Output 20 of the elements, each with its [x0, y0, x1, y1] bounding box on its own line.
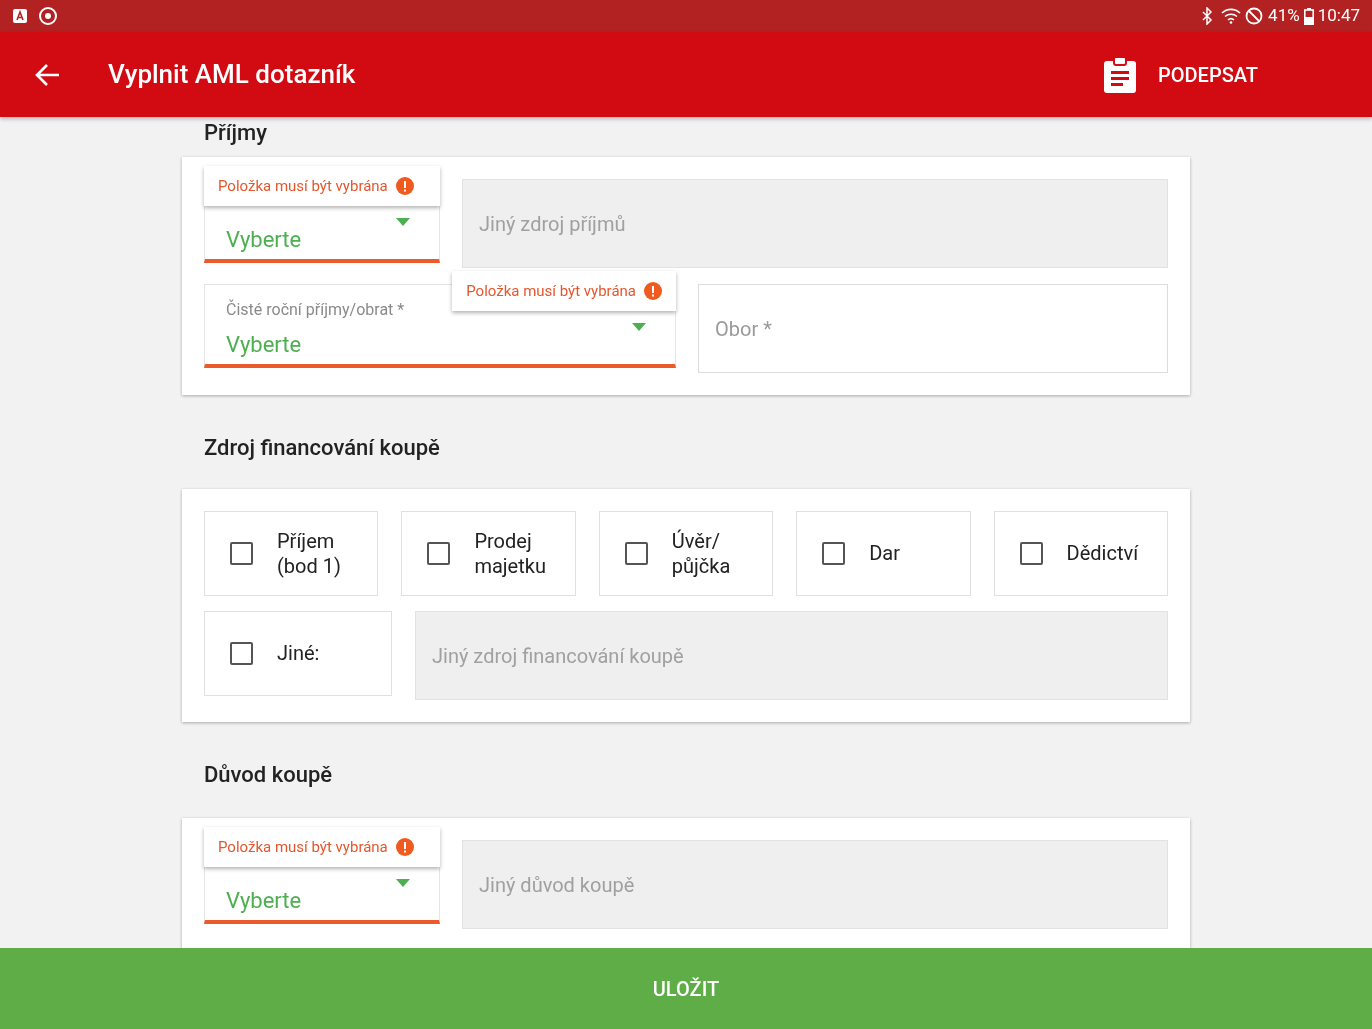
section-heading: Příjmy — [203, 119, 268, 147]
checkbox-label: Jiné: — [277, 641, 320, 666]
dropdown-value: Vyberte — [226, 887, 302, 915]
checkbox-label: Dar — [869, 541, 900, 566]
dropdown-value: Vyberte — [226, 331, 302, 359]
field-placeholder: Jiný zdroj příjmů — [479, 210, 626, 238]
field-placeholder: Jiný zdroj financování koupě — [432, 642, 684, 670]
checkbox-label: Úvěr/ půjčka — [671, 528, 732, 579]
clock: 10:47 — [1317, 4, 1360, 28]
field-placeholder: Jiný důvod koupě — [479, 871, 635, 899]
field-label: Čisté roční příjmy/obrat * — [226, 298, 405, 321]
section-heading: Důvod koupě — [203, 761, 333, 789]
field-placeholder: Obor * — [715, 315, 772, 343]
battery-percentage: 41% — [1268, 4, 1300, 28]
section-heading: Zdroj financování koupě — [203, 434, 440, 462]
dropdown-value: Vyberte — [226, 226, 302, 254]
checkbox-label: Dědictví — [1066, 541, 1139, 566]
screen-title: Vyplnit AML dotazník — [108, 58, 356, 91]
checkbox-label: Prodej majetku — [474, 528, 547, 579]
checkbox-label: Příjem (bod 1) — [277, 528, 342, 579]
